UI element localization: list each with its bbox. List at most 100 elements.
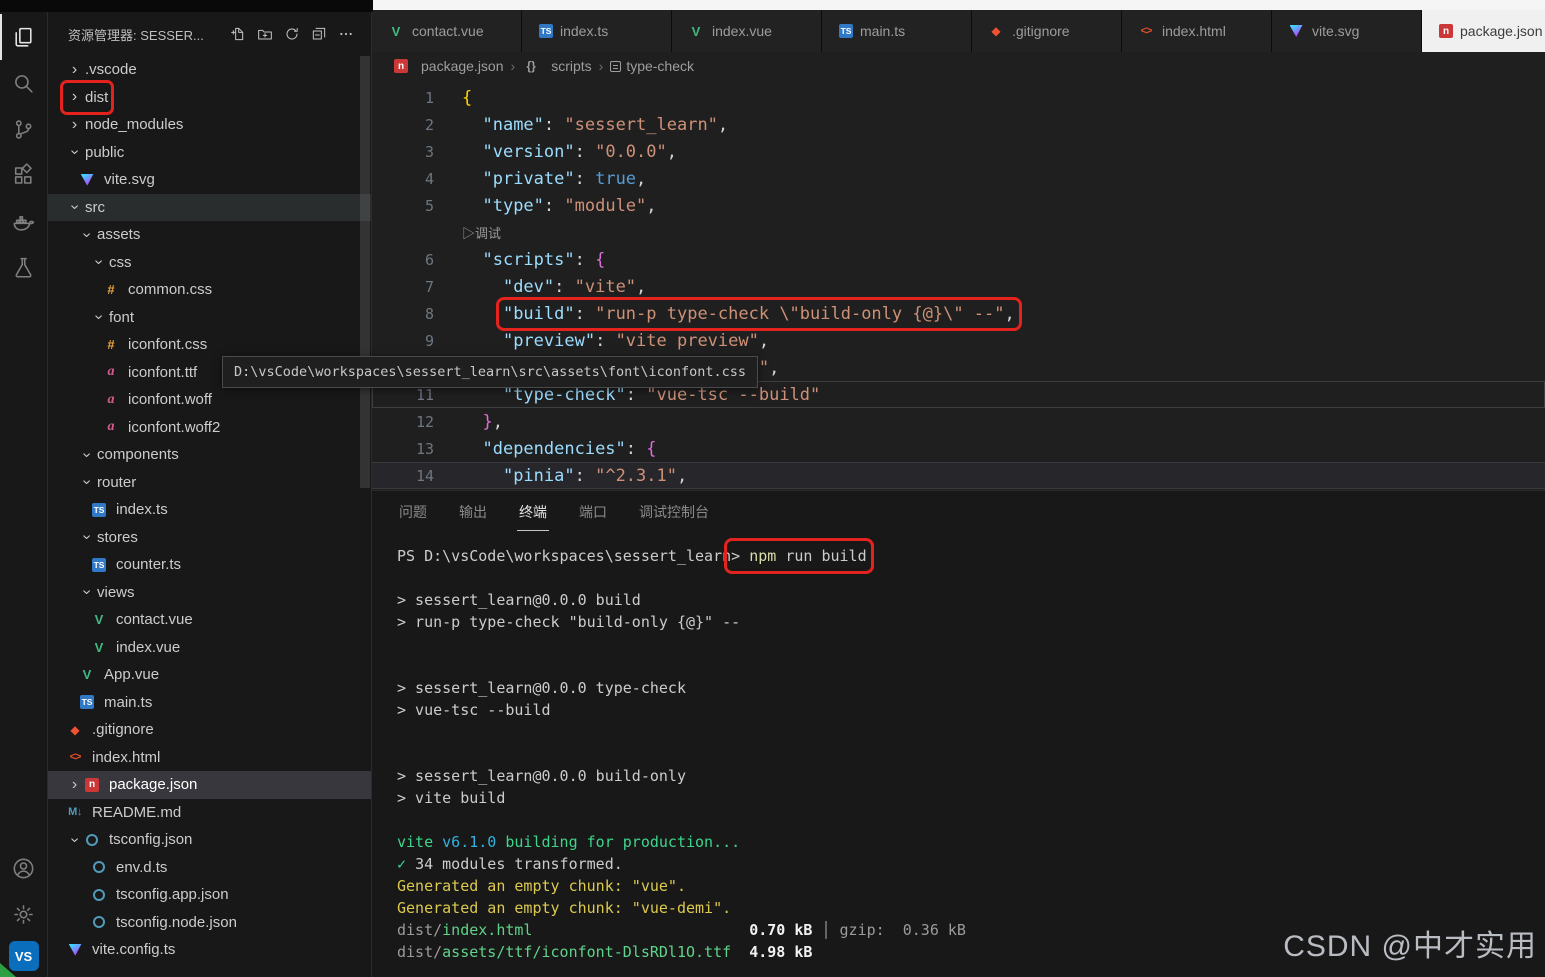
code-line-2[interactable]: 2 "name": "sessert_learn",: [372, 111, 1545, 138]
line-number: 8: [424, 304, 434, 323]
tree-item-src[interactable]: src: [48, 193, 371, 221]
activity-search-icon[interactable]: [0, 60, 48, 106]
panel-tab-调试控制台[interactable]: 调试控制台: [637, 492, 711, 530]
tab-vite.svg[interactable]: vite.svg: [1272, 10, 1422, 52]
panel-tab-问题[interactable]: 问题: [397, 492, 429, 530]
tree-item-stores[interactable]: stores: [48, 524, 371, 552]
tree-item-tsconfig.app.json[interactable]: tsconfig.app.json: [48, 881, 371, 909]
chevron-down-icon[interactable]: [79, 226, 95, 243]
tree-item-package.json[interactable]: n package.json: [48, 771, 371, 799]
tab-main.ts[interactable]: TS main.ts: [822, 10, 972, 52]
code-line-3[interactable]: 3 "version": "0.0.0",: [372, 138, 1545, 165]
chevron-down-icon[interactable]: [79, 446, 95, 463]
activity-docker-icon[interactable]: [0, 198, 48, 244]
chevron-down-icon[interactable]: [79, 529, 95, 546]
tree-item-App.vue[interactable]: V App.vue: [48, 661, 371, 689]
tree-item-index.ts[interactable]: TS index.ts: [48, 496, 371, 524]
chevron-down-icon[interactable]: [91, 254, 107, 271]
tree-item-.gitignore[interactable]: ◆ .gitignore: [48, 716, 371, 744]
tab-index.vue[interactable]: Vindex.vue: [672, 10, 822, 52]
tab-index.html[interactable]: <> index.html: [1122, 10, 1272, 52]
tree-item-router[interactable]: router: [48, 469, 371, 497]
chevron-down-icon[interactable]: [67, 199, 83, 216]
tree-item-vite.config.ts[interactable]: vite.config.ts: [48, 936, 371, 964]
tree-item-index.vue[interactable]: Vindex.vue: [48, 634, 371, 662]
explorer-sidebar: 资源管理器: SESSER... .vscode dist node_modules…: [48, 0, 372, 977]
new-file-icon[interactable]: [229, 25, 247, 43]
sidebar-scrollbar[interactable]: [360, 56, 370, 488]
tree-item-iconfont.woff2[interactable]: a iconfont.woff2: [48, 414, 371, 442]
code-line-14[interactable]: 14 "pinia": "^2.3.1",: [372, 462, 1545, 489]
tree-item-contact.vue[interactable]: Vcontact.vue: [48, 606, 371, 634]
tree-item-tsconfig.json[interactable]: tsconfig.json: [48, 826, 371, 854]
activity-lab-icon[interactable]: [0, 244, 48, 290]
more-icon[interactable]: [337, 25, 355, 43]
chevron-right-icon[interactable]: [66, 117, 83, 133]
chevron-down-icon[interactable]: [67, 144, 83, 161]
tab-index.ts[interactable]: TS index.ts: [522, 10, 672, 52]
tree-item-.vscode[interactable]: .vscode: [48, 56, 371, 84]
file-tree: .vscode dist node_modulespublic vite.svg src…: [48, 56, 371, 977]
tree-item-main.ts[interactable]: TS main.ts: [48, 689, 371, 717]
code-line-9[interactable]: 9 "preview": "vite preview",: [372, 327, 1545, 354]
tab-.gitignore[interactable]: ◆ .gitignore: [972, 10, 1122, 52]
tree-item-css[interactable]: css: [48, 249, 371, 277]
chevron-down-icon[interactable]: [79, 474, 95, 491]
code-token: dist/: [397, 943, 443, 961]
panel-tab-输出[interactable]: 输出: [457, 492, 489, 530]
tree-item-views[interactable]: views: [48, 579, 371, 607]
tree-item-README.md[interactable]: M↓ README.md: [48, 799, 371, 827]
collapse-all-icon[interactable]: [310, 25, 328, 43]
tree-item-counter.ts[interactable]: TS counter.ts: [48, 551, 371, 579]
breadcrumb-label: scripts: [551, 58, 592, 74]
activity-account-icon[interactable]: [0, 845, 48, 891]
tree-item-dist[interactable]: dist: [48, 79, 371, 115]
tree-item-public[interactable]: public: [48, 139, 371, 167]
chevron-right-icon[interactable]: [66, 89, 83, 105]
tree-item-node_modules[interactable]: node_modules: [48, 111, 371, 139]
breadcrumb-item-type-check[interactable]: type-check: [610, 58, 694, 74]
code-line-6[interactable]: 6 "scripts": {: [372, 246, 1545, 273]
tree-item-env.d.ts[interactable]: env.d.ts: [48, 854, 371, 882]
breadcrumb-item-package.json[interactable]: n package.json: [392, 58, 504, 74]
code-content: "dependencies": {: [462, 439, 656, 459]
md-file-icon: M↓: [68, 806, 82, 819]
code-line-7[interactable]: 7 "dev": "vite",: [372, 273, 1545, 300]
tree-item-iconfont.woff[interactable]: a iconfont.woff: [48, 386, 371, 414]
code-line-8[interactable]: 8 "build": "run-p type-check \"build-onl…: [372, 296, 1545, 331]
activity-extensions-icon[interactable]: [0, 152, 48, 198]
vscode-logo-badge[interactable]: VS: [8, 941, 39, 971]
tree-item-common.css[interactable]: # common.css: [48, 276, 371, 304]
tree-item-assets[interactable]: assets: [48, 221, 371, 249]
panel-tab-终端[interactable]: 终端: [517, 492, 549, 531]
chevron-down-icon[interactable]: [79, 584, 95, 601]
chevron-right-icon[interactable]: [66, 777, 83, 793]
terminal[interactable]: PS D:\vsCode\workspaces\sessert_learn > n…: [372, 531, 1545, 977]
refresh-icon[interactable]: [283, 25, 301, 43]
tree-item-tsconfig.node.json[interactable]: tsconfig.node.json: [48, 909, 371, 937]
activity-source-control-icon[interactable]: [0, 106, 48, 152]
activity-settings-icon[interactable]: [0, 891, 48, 937]
tree-item-font[interactable]: font: [48, 304, 371, 332]
chevron-down-icon[interactable]: [91, 309, 107, 326]
code-line-5[interactable]: 5 "type": "module",: [372, 192, 1545, 219]
breadcrumb-item-scripts[interactable]: {} scripts: [522, 58, 592, 74]
chevron-right-icon[interactable]: [66, 62, 83, 78]
tree-item-iconfont.css[interactable]: # iconfont.css: [48, 331, 371, 359]
code-line-1[interactable]: 1{: [372, 84, 1545, 111]
chevron-down-icon[interactable]: [67, 831, 83, 848]
code-line-12[interactable]: 12 },: [372, 408, 1545, 435]
tab-contact.vue[interactable]: Vcontact.vue: [372, 10, 522, 52]
code-token: ,: [636, 168, 647, 189]
new-folder-icon[interactable]: [256, 25, 274, 43]
panel-tab-端口[interactable]: 端口: [577, 492, 609, 530]
editor[interactable]: 1{2 "name": "sessert_learn", 3 "version":…: [372, 80, 1545, 490]
activity-explorer-icon[interactable]: [0, 14, 48, 60]
codelens-row[interactable]: ▷调试: [372, 219, 1545, 246]
code-line-13[interactable]: 13 "dependencies": {: [372, 435, 1545, 462]
tree-item-vite.svg[interactable]: vite.svg: [48, 166, 371, 194]
tab-package.json[interactable]: n package.json: [1422, 10, 1545, 52]
code-line-4[interactable]: 4 "private": true,: [372, 165, 1545, 192]
tree-item-components[interactable]: components: [48, 441, 371, 469]
tree-item-index.html[interactable]: <> index.html: [48, 744, 371, 772]
